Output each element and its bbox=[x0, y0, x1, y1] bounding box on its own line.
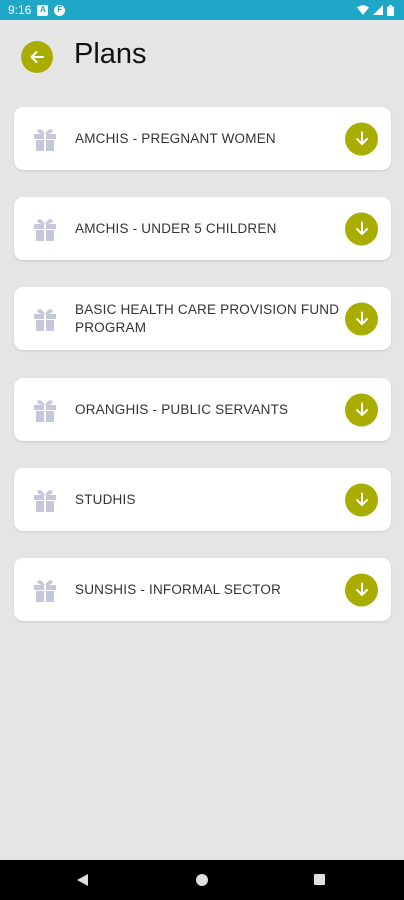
download-button[interactable] bbox=[345, 573, 378, 606]
nav-back-icon[interactable] bbox=[76, 873, 89, 887]
plan-card-oranghis-public-servants[interactable]: ORANGHIS - PUBLIC SERVANTS bbox=[14, 378, 391, 441]
arrow-down-icon bbox=[355, 311, 368, 325]
download-button[interactable] bbox=[345, 393, 378, 426]
back-button[interactable] bbox=[21, 41, 53, 73]
plan-card-amchis-under-5-children[interactable]: AMCHIS - UNDER 5 CHILDREN bbox=[14, 197, 391, 260]
status-bar: 9:16 A F bbox=[0, 0, 404, 20]
system-nav-bar bbox=[0, 860, 404, 900]
page-title: Plans bbox=[74, 38, 147, 70]
plan-card-sunshis-informal-sector[interactable]: SUNSHIS - INFORMAL SECTOR bbox=[14, 558, 391, 621]
app-header: Plans bbox=[0, 20, 404, 100]
plan-label: STUDHIS bbox=[75, 491, 136, 507]
plan-label: ORANGHIS - PUBLIC SERVANTS bbox=[75, 401, 289, 417]
arrow-down-icon bbox=[355, 492, 368, 506]
gift-icon bbox=[34, 489, 56, 512]
status-time: 9:16 bbox=[8, 3, 32, 17]
signal-icon bbox=[373, 5, 383, 15]
arrow-down-icon bbox=[355, 221, 368, 235]
gift-icon bbox=[34, 128, 56, 151]
arrow-down-icon bbox=[355, 582, 368, 596]
arrow-left-icon bbox=[30, 51, 44, 63]
plan-card-studhis[interactable]: STUDHIS bbox=[14, 468, 391, 531]
plan-label: BASIC HEALTH CARE PROVISION FUND PROGRAM bbox=[75, 301, 340, 335]
f-badge-icon: F bbox=[54, 4, 66, 16]
gift-icon bbox=[34, 308, 56, 331]
download-button[interactable] bbox=[345, 212, 378, 245]
a-badge-icon: A bbox=[37, 4, 49, 16]
arrow-down-icon bbox=[355, 402, 368, 416]
plan-label: AMCHIS - UNDER 5 CHILDREN bbox=[75, 220, 277, 236]
wifi-icon bbox=[357, 5, 369, 15]
gift-icon bbox=[34, 579, 56, 602]
plan-card-basic-health-care-provision-fund[interactable]: BASIC HEALTH CARE PROVISION FUND PROGRAM bbox=[14, 287, 391, 350]
gift-icon bbox=[34, 399, 56, 422]
arrow-down-icon bbox=[355, 131, 368, 145]
nav-home-icon[interactable] bbox=[196, 874, 208, 886]
plan-label: AMCHIS - PREGNANT WOMEN bbox=[75, 130, 276, 146]
download-button[interactable] bbox=[345, 302, 378, 335]
nav-recents-icon[interactable] bbox=[314, 874, 325, 885]
battery-icon bbox=[387, 4, 394, 16]
plan-label: SUNSHIS - INFORMAL SECTOR bbox=[75, 581, 282, 597]
plan-card-amchis-pregnant-women[interactable]: AMCHIS - PREGNANT WOMEN bbox=[14, 107, 391, 170]
gift-icon bbox=[34, 218, 56, 241]
download-button[interactable] bbox=[345, 122, 378, 155]
download-button[interactable] bbox=[345, 483, 378, 516]
